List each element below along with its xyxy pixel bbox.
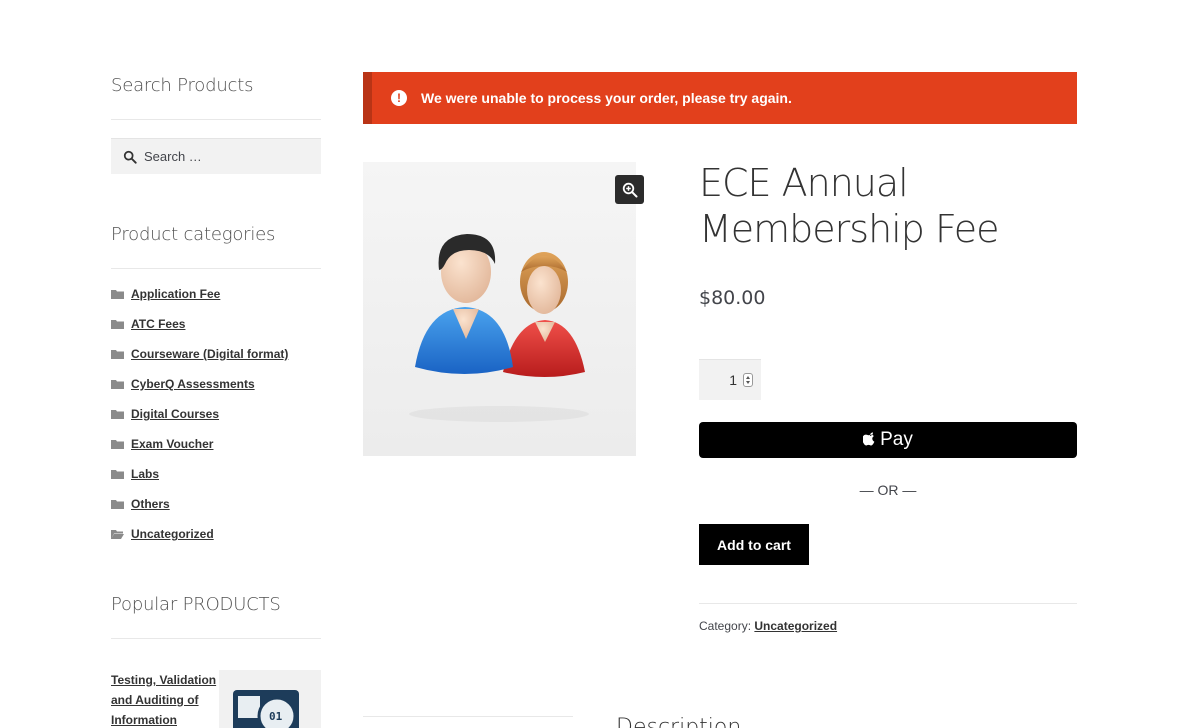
folder-icon	[111, 380, 124, 389]
zoom-in-icon	[622, 182, 637, 197]
category-item: CyberQ Assessments	[111, 375, 288, 405]
folder-icon	[111, 290, 124, 299]
category-item: Exam Voucher	[111, 435, 288, 465]
popular-product-link[interactable]: Testing, Validation and Auditing of Info…	[111, 670, 221, 728]
search-field[interactable]	[111, 138, 321, 174]
category-link-digital-courses[interactable]: Digital Courses	[131, 405, 219, 423]
apple-logo-icon	[863, 432, 875, 446]
category-link-application-fee[interactable]: Application Fee	[131, 285, 220, 303]
category-link-uncategorized[interactable]: Uncategorized	[131, 525, 214, 543]
search-widget-title: Search Products	[111, 75, 254, 96]
category-link-courseware[interactable]: Courseware (Digital format)	[131, 345, 288, 363]
category-label: Category:	[699, 619, 752, 633]
category-list: Application Fee ATC Fees Courseware (Dig…	[111, 285, 288, 555]
apple-pay-label: Pay	[880, 429, 913, 450]
exclamation-circle-icon: !	[391, 90, 407, 106]
popular-product-item: Testing, Validation and Auditing of Info…	[111, 670, 321, 728]
folder-icon	[111, 500, 124, 509]
binary-badge-icon: 01	[233, 690, 299, 728]
category-item: Digital Courses	[111, 405, 288, 435]
divider	[111, 638, 321, 639]
search-input[interactable]	[144, 149, 314, 164]
product-title: ECE Annual Membership Fee	[699, 161, 999, 251]
or-separator: — OR —	[859, 482, 917, 498]
category-item: Labs	[111, 465, 288, 495]
error-notice: ! We were unable to process your order, …	[363, 72, 1077, 124]
add-to-cart-button[interactable]: Add to cart	[699, 524, 809, 565]
category-link-cyberq-assessments[interactable]: CyberQ Assessments	[131, 375, 255, 393]
category-item: Others	[111, 495, 288, 525]
category-item: Uncategorized	[111, 525, 288, 555]
popular-widget-title: Popular PRODUCTS	[111, 594, 281, 615]
product-price: $80.00	[699, 287, 766, 309]
description-heading: Description	[616, 715, 742, 728]
users-icon	[409, 234, 589, 422]
apple-pay-button[interactable]: Pay	[699, 422, 1077, 458]
product-meta: Category: Uncategorized	[699, 619, 837, 633]
search-icon	[123, 150, 137, 164]
folder-icon	[111, 350, 124, 359]
zoom-button[interactable]	[615, 175, 644, 204]
category-link-labs[interactable]: Labs	[131, 465, 159, 483]
category-link-exam-voucher[interactable]: Exam Voucher	[131, 435, 213, 453]
divider	[111, 119, 321, 120]
category-link[interactable]: Uncategorized	[754, 619, 837, 633]
divider	[111, 268, 321, 269]
category-link-others[interactable]: Others	[131, 495, 170, 513]
product-image[interactable]	[363, 162, 636, 456]
category-item: Application Fee	[111, 285, 288, 315]
svg-text:01: 01	[269, 710, 283, 723]
popular-product-thumbnail[interactable]: 01	[219, 670, 321, 728]
quantity-input[interactable]	[709, 372, 737, 388]
tabs-divider	[363, 716, 573, 717]
folder-icon	[111, 470, 124, 479]
category-item: Courseware (Digital format)	[111, 345, 288, 375]
category-link-atc-fees[interactable]: ATC Fees	[131, 315, 185, 333]
folder-icon	[111, 410, 124, 419]
quantity-stepper[interactable]	[699, 359, 761, 400]
divider	[699, 603, 1077, 604]
folder-open-icon	[111, 530, 124, 539]
categories-widget-title: Product categories	[111, 224, 276, 245]
error-message: We were unable to process your order, pl…	[421, 90, 792, 106]
spinner-arrows-icon[interactable]	[743, 373, 753, 387]
category-item: ATC Fees	[111, 315, 288, 345]
folder-icon	[111, 440, 124, 449]
folder-icon	[111, 320, 124, 329]
